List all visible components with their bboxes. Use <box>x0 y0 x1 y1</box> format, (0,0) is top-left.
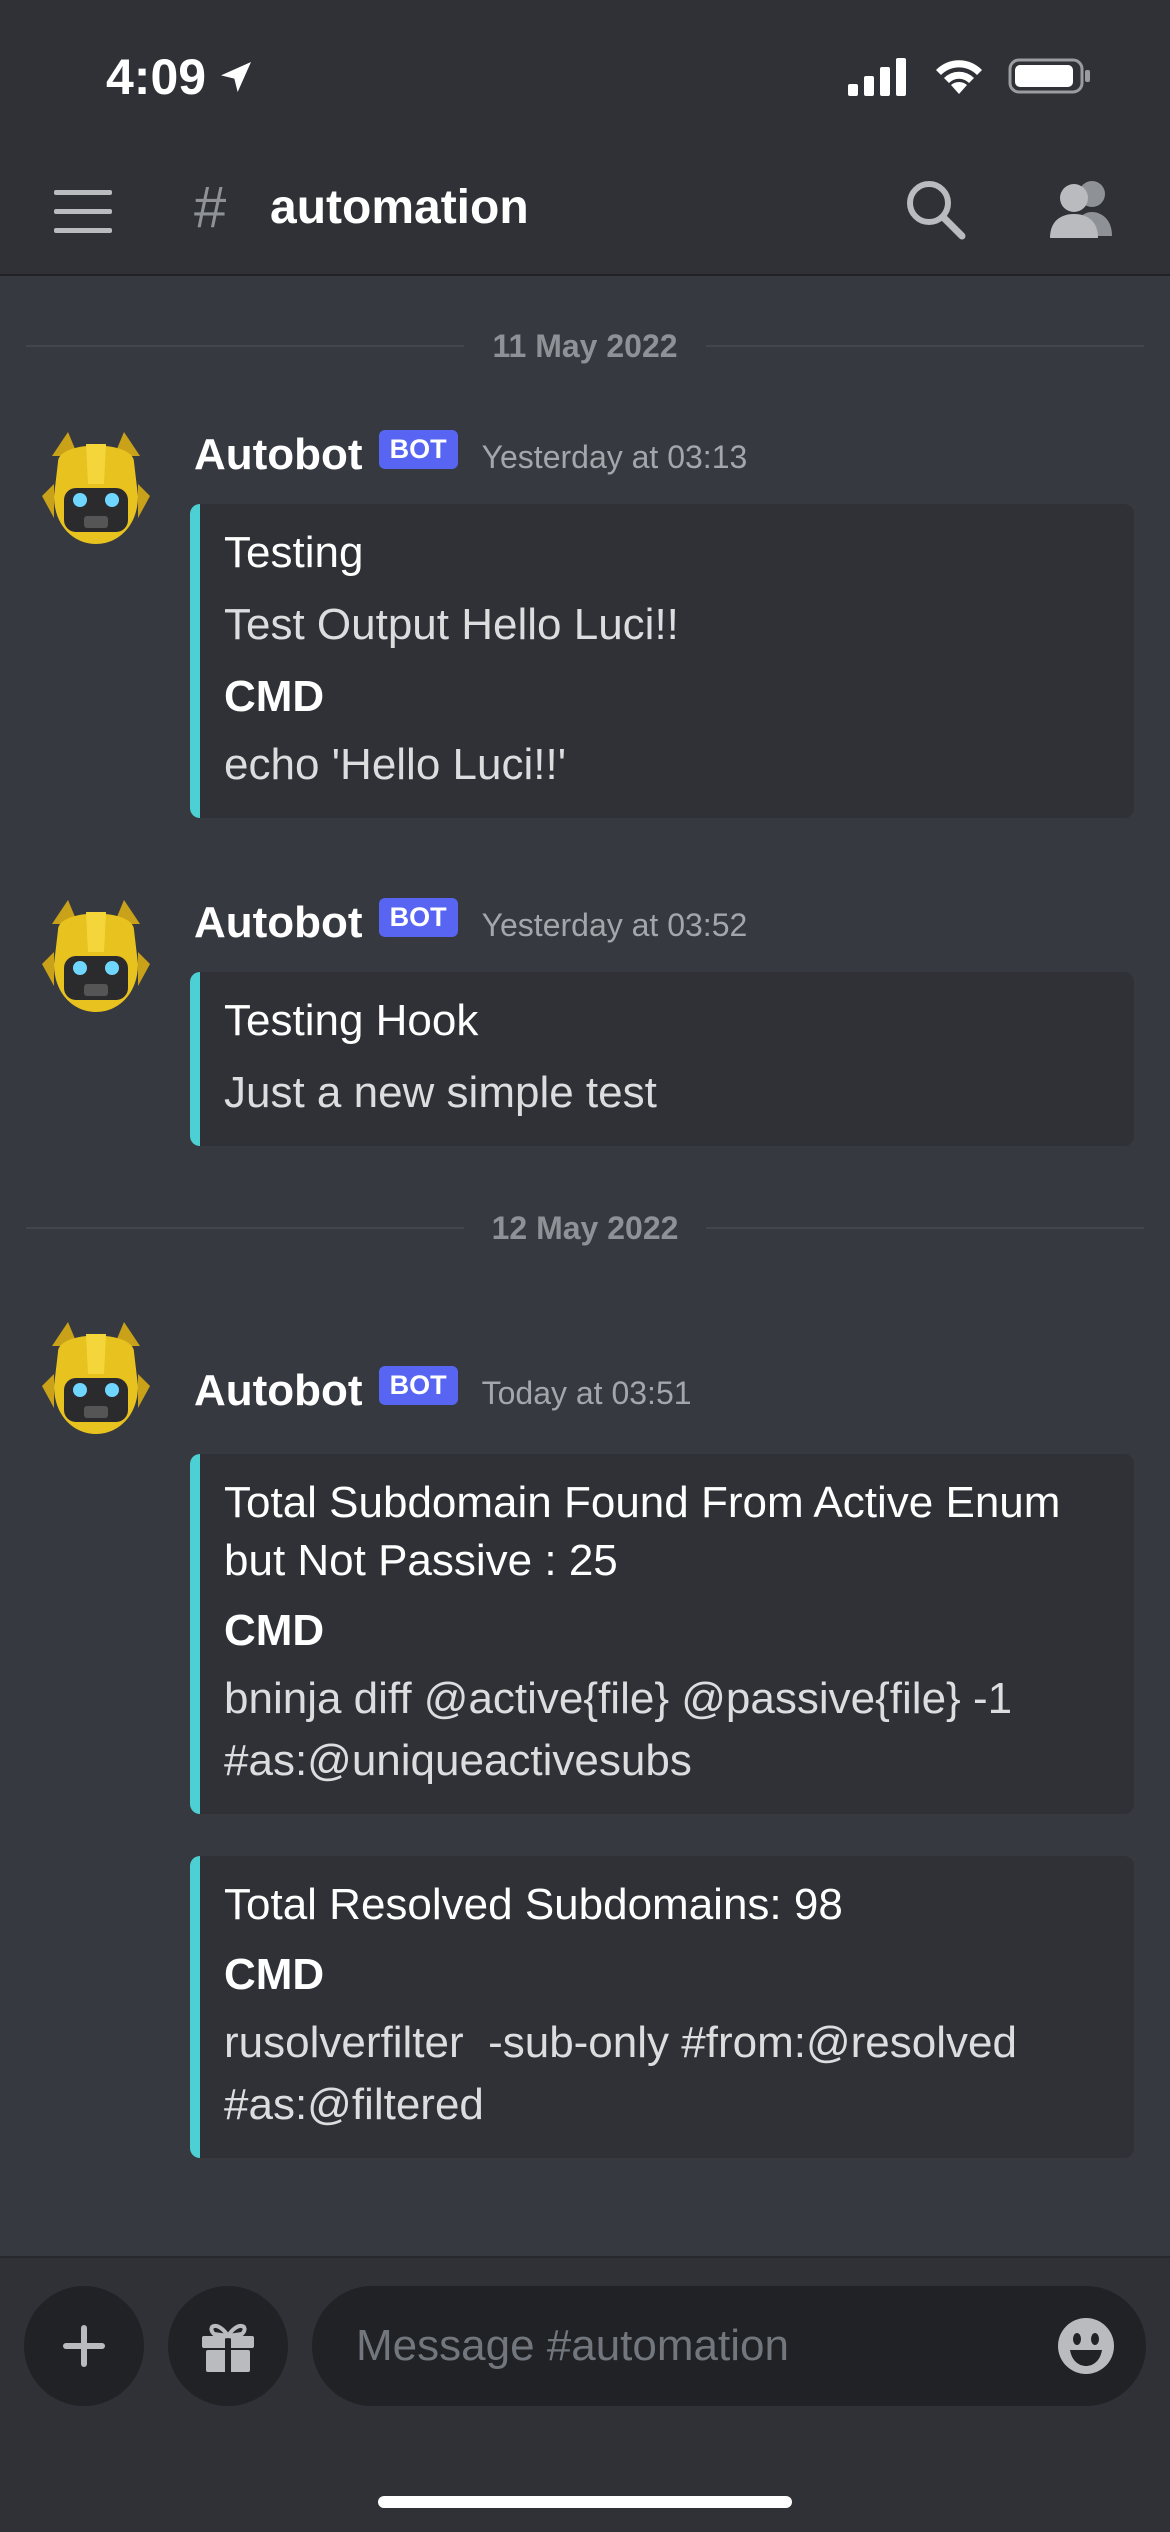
embed-title: Total Resolved Subdomains: 98 <box>224 1880 843 1929</box>
embed-description: Test Output Hello Luci!! <box>224 600 679 649</box>
bot-badge: BOT <box>378 429 458 469</box>
embed: Testing Hook Just a new simple test <box>190 972 1134 1146</box>
status-icons <box>848 56 1092 96</box>
discord-channel-screen: 4:09 # automation 11 May 2022 Autobot BO… <box>0 0 1170 2532</box>
embed-title: Total Subdomain Found From Active Enum b… <box>224 1478 1061 1585</box>
embed-field-value: echo 'Hello Luci!!' <box>224 740 567 789</box>
embed-field-name: CMD <box>224 1606 325 1655</box>
author-line: Autobot BOT Today at 03:51 <box>194 1365 692 1416</box>
top-bar: 4:09 # automation <box>0 0 1170 276</box>
embed: Testing Test Output Hello Luci!! CMD ech… <box>190 504 1134 818</box>
channel-hash-icon: # <box>194 175 227 240</box>
status-time-text: 4:09 <box>106 49 207 105</box>
author-line: Autobot BOT Yesterday at 03:52 <box>194 897 748 948</box>
divider-date: 11 May 2022 <box>492 327 678 364</box>
date-divider: 11 May 2022 <box>26 326 1145 366</box>
date-divider: 12 May 2022 <box>26 1208 1144 1248</box>
divider-date: 12 May 2022 <box>491 1209 679 1246</box>
author-name[interactable]: Autobot <box>194 430 363 480</box>
message-timestamp: Yesterday at 03:13 <box>481 438 748 475</box>
bot-badge: BOT <box>378 897 458 937</box>
divider-line <box>705 345 1145 347</box>
message-timestamp: Yesterday at 03:52 <box>481 906 748 943</box>
embed-field-name: CMD <box>224 1950 325 1999</box>
author-line: Autobot BOT Yesterday at 03:13 <box>194 429 748 480</box>
location-arrow-icon <box>221 62 252 92</box>
divider-line <box>26 345 465 347</box>
bumblebee-avatar-icon[interactable] <box>34 1316 158 1440</box>
embed-title: Testing Hook <box>224 996 479 1045</box>
divider-line <box>706 1227 1144 1229</box>
embed-description: Just a new simple test <box>224 1068 657 1117</box>
embed-field-value: bninja diff @active{file} @passive{file}… <box>224 1674 1025 1785</box>
composer-bar <box>0 2256 1170 2532</box>
battery-icon <box>1008 58 1090 94</box>
author-name[interactable]: Autobot <box>194 898 363 948</box>
embed-field-value: rusolverfilter -sub-only #from:@resolved… <box>224 2018 1030 2129</box>
embed-field-name: CMD <box>224 672 325 721</box>
author-name[interactable]: Autobot <box>194 1366 363 1416</box>
status-time: 4:09 <box>106 48 256 106</box>
embed-title: Testing <box>224 528 364 577</box>
bumblebee-avatar-icon[interactable] <box>34 894 158 1018</box>
message-input[interactable] <box>354 2320 1026 2372</box>
hamburger-menu-icon[interactable] <box>54 188 112 236</box>
emoji-icon[interactable] <box>1056 2316 1116 2376</box>
divider-line <box>26 1227 464 1229</box>
bot-badge: BOT <box>378 1365 458 1405</box>
cellular-signal-icon <box>848 58 906 96</box>
plus-icon <box>63 2325 105 2367</box>
channel-title[interactable]: automation <box>270 180 529 235</box>
add-attachment-button[interactable] <box>24 2286 144 2406</box>
embed: Total Subdomain Found From Active Enum b… <box>190 1454 1134 1814</box>
members-icon[interactable] <box>1046 176 1116 242</box>
gift-button[interactable] <box>168 2286 288 2406</box>
message-input-container[interactable] <box>312 2286 1146 2406</box>
channel-header: # automation <box>0 170 1170 250</box>
gift-icon <box>202 2324 254 2372</box>
message-timestamp: Today at 03:51 <box>481 1374 692 1411</box>
home-indicator[interactable] <box>378 2496 792 2508</box>
wifi-icon <box>936 60 982 94</box>
bumblebee-avatar-icon[interactable] <box>34 426 158 550</box>
search-icon[interactable] <box>902 176 968 242</box>
embed: Total Resolved Subdomains: 98 CMD rusolv… <box>190 1856 1134 2158</box>
